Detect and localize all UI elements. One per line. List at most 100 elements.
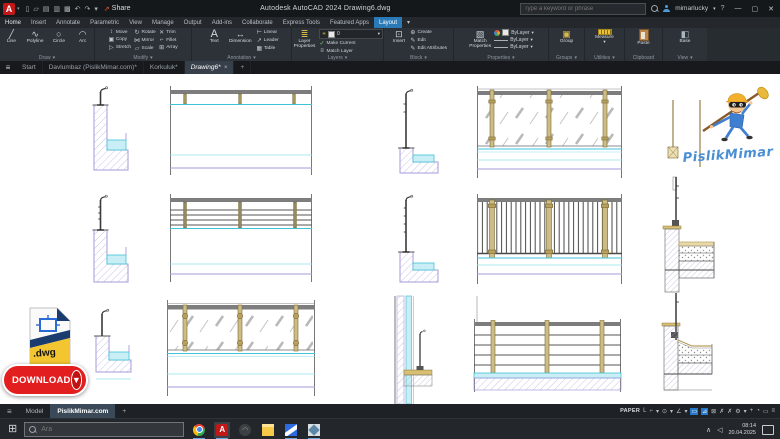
panel-title-block[interactable]: Block▾ bbox=[384, 54, 453, 61]
status-caret-icon[interactable]: ▾ bbox=[656, 408, 659, 415]
taskbar-clock[interactable]: 08:14 20.04.2025 bbox=[728, 423, 756, 436]
tab-annotate[interactable]: Annotate bbox=[51, 17, 85, 28]
status-icon-lineweight[interactable]: ⊠ bbox=[711, 408, 716, 415]
status-icon-isolate[interactable]: ◔ bbox=[756, 408, 760, 414]
group-button[interactable]: ▣Group bbox=[556, 29, 578, 54]
dimension-button[interactable]: ↔Dimension bbox=[227, 29, 253, 54]
stretch-button[interactable]: ▷Stretch bbox=[108, 44, 131, 51]
insert-button[interactable]: ⊡Insert bbox=[390, 29, 408, 54]
autocad-app-icon[interactable]: A bbox=[3, 3, 15, 15]
status-icon-grid[interactable]: ⌐ bbox=[649, 408, 653, 414]
linetype-control[interactable]: ByLayer▾ bbox=[494, 44, 534, 50]
trim-button[interactable]: ✕Trim bbox=[159, 29, 178, 36]
detail-parapet-section-2[interactable] bbox=[398, 89, 438, 173]
taskbar-search[interactable] bbox=[24, 422, 184, 437]
make-current-button[interactable]: ✓Make Current bbox=[319, 40, 383, 47]
panel-title-layers[interactable]: Layers▾ bbox=[292, 54, 383, 61]
detail-elevation-rails-2[interactable] bbox=[474, 296, 621, 392]
close-tab-icon[interactable]: × bbox=[224, 64, 228, 71]
taskbar-paint-icon[interactable] bbox=[283, 422, 299, 438]
file-tab-drawing6[interactable]: Drawing6*× bbox=[185, 61, 235, 74]
detail-elevation-glass-2[interactable] bbox=[167, 300, 315, 396]
status-icon-osnap[interactable]: ▭ bbox=[690, 408, 698, 415]
qat-caret-icon[interactable]: ▾ bbox=[94, 5, 98, 13]
detail-parapet-section-1[interactable] bbox=[93, 87, 129, 170]
new-layout-button[interactable]: + bbox=[115, 404, 133, 418]
detail-floor-edge-section-2[interactable] bbox=[662, 293, 712, 390]
notification-center-icon[interactable] bbox=[762, 425, 774, 435]
speaker-icon[interactable]: ◁ bbox=[717, 426, 722, 434]
user-menu-caret-icon[interactable]: ▾ bbox=[713, 6, 716, 12]
taskbar-app-icon[interactable]: ◠ bbox=[237, 422, 253, 438]
tab-collaborate[interactable]: Collaborate bbox=[237, 17, 278, 28]
array-button[interactable]: ⊞Array bbox=[159, 44, 178, 51]
layer-properties-button[interactable]: ≣Layer Properties bbox=[292, 29, 317, 54]
help-search-input[interactable] bbox=[520, 3, 646, 15]
status-icon-otrack[interactable]: ⊿ bbox=[701, 408, 708, 415]
file-tab-korkuluk[interactable]: Korkuluk* bbox=[144, 61, 185, 74]
panel-title-clipboard[interactable]: Clipboard bbox=[625, 54, 662, 61]
tab-insert[interactable]: Insert bbox=[26, 17, 51, 28]
rotate-button[interactable]: ↻Rotate bbox=[134, 29, 156, 36]
tab-addins[interactable]: Add-ins bbox=[207, 17, 237, 28]
table-button[interactable]: ▦Table bbox=[256, 45, 278, 52]
file-tab-menu-icon[interactable]: ≡ bbox=[0, 61, 16, 74]
panel-title-annotation[interactable]: Annotation▾ bbox=[192, 54, 291, 61]
taskbar-search-input[interactable] bbox=[39, 425, 153, 434]
detail-elevation-glass-1[interactable] bbox=[477, 86, 622, 178]
tab-featured-apps[interactable]: Featured Apps bbox=[325, 17, 374, 28]
search-icon[interactable] bbox=[651, 5, 658, 12]
status-icon-plus[interactable]: + bbox=[750, 408, 754, 414]
detail-post-studies[interactable] bbox=[668, 100, 700, 190]
detail-elevation-pickets[interactable] bbox=[477, 194, 622, 284]
status-icon-annoscale2[interactable]: ✗ bbox=[727, 408, 732, 415]
signed-in-user[interactable]: mimarlucky bbox=[675, 5, 708, 12]
panel-title-draw[interactable]: Draw▾ bbox=[0, 54, 94, 61]
leader-button[interactable]: ↗Leader bbox=[256, 37, 278, 44]
maximize-button[interactable]: ▢ bbox=[752, 5, 759, 13]
measure-button[interactable]: Measure▾ bbox=[592, 29, 618, 54]
taskbar-notes-icon[interactable] bbox=[260, 422, 276, 438]
help-icon[interactable]: ? bbox=[721, 5, 725, 12]
file-tab-davlumbaz[interactable]: Davlumbaz (PislikMimar.com)* bbox=[43, 61, 144, 74]
circle-button[interactable]: ○Circle bbox=[48, 29, 71, 54]
fillet-button[interactable]: ⌐Fillet bbox=[159, 37, 178, 43]
status-icon-customize[interactable]: ≡ bbox=[771, 408, 775, 414]
taskbar-3dviewer-icon[interactable] bbox=[306, 422, 322, 438]
plot-icon[interactable]: ▩ bbox=[64, 5, 71, 13]
match-properties-button[interactable]: ▧Match Properties bbox=[468, 29, 492, 54]
status-icon-annoscale1[interactable]: ✗ bbox=[719, 408, 724, 415]
tray-expand-icon[interactable]: ∧ bbox=[706, 426, 711, 434]
copy-button[interactable]: ▣Copy bbox=[108, 36, 131, 43]
minimize-button[interactable]: — bbox=[735, 5, 742, 13]
ribbon-display-caret-icon[interactable]: ▾ bbox=[402, 17, 415, 28]
detail-parapet-section-5[interactable] bbox=[94, 309, 131, 379]
file-tab-start[interactable]: Start bbox=[16, 61, 43, 74]
drawing-canvas[interactable]: PislikMimar bbox=[0, 74, 780, 404]
text-button[interactable]: AText bbox=[204, 29, 224, 54]
detail-elevation-toprail[interactable] bbox=[170, 86, 312, 175]
base-button[interactable]: ◧Base bbox=[674, 29, 696, 54]
space-toggle[interactable]: PAPER bbox=[620, 408, 640, 414]
model-tab[interactable]: Model bbox=[19, 404, 51, 418]
status-icon-snap[interactable]: ⊙ bbox=[662, 408, 667, 415]
taskbar-autocad-icon[interactable]: A bbox=[214, 422, 230, 438]
lineweight-control[interactable]: ByLayer▾ bbox=[494, 37, 534, 43]
color-control[interactable]: ByLayer▾ bbox=[494, 29, 534, 36]
taskbar-chrome-icon[interactable] bbox=[191, 422, 207, 438]
layer-dropdown[interactable]: ☀ 0 ▾ bbox=[319, 29, 383, 39]
mirror-button[interactable]: ⋈Mirror bbox=[134, 37, 156, 44]
open-icon[interactable]: ▱ bbox=[33, 5, 38, 13]
status-caret-icon[interactable]: ▾ bbox=[684, 408, 687, 415]
layout-menu-icon[interactable]: ≡ bbox=[0, 404, 19, 418]
new-drawing-button[interactable]: + bbox=[234, 61, 251, 74]
status-caret-icon[interactable]: ▾ bbox=[670, 408, 673, 415]
close-button[interactable]: ✕ bbox=[768, 5, 774, 13]
scale-button[interactable]: ▱Scale bbox=[134, 45, 156, 52]
app-menu-caret-icon[interactable]: ▾ bbox=[17, 6, 20, 12]
status-icon-polar[interactable]: ∠ bbox=[676, 408, 681, 415]
panel-title-groups[interactable]: Groups▾ bbox=[549, 54, 584, 61]
edit-attributes-button[interactable]: ✎Edit Attributes bbox=[410, 45, 447, 52]
save-as-icon[interactable]: ▥ bbox=[53, 5, 60, 13]
paste-button[interactable]: Paste bbox=[632, 29, 656, 54]
